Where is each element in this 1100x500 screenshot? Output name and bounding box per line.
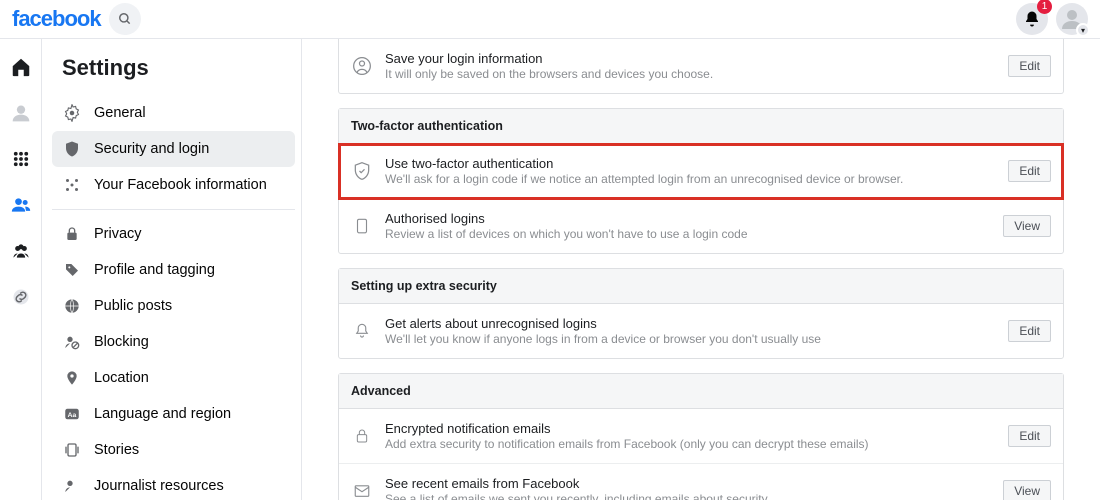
row-use-twofa: Use two-factor authentication We'll ask … xyxy=(339,144,1063,199)
panel-advanced: Advanced Encrypted notification emails A… xyxy=(338,373,1064,500)
row-desc: We'll let you know if anyone logs in fro… xyxy=(385,332,996,346)
row-desc: See a list of emails we sent you recentl… xyxy=(385,492,991,500)
edit-button[interactable]: Edit xyxy=(1008,160,1051,182)
shield-check-icon xyxy=(351,160,373,182)
search-icon xyxy=(118,12,132,26)
sidebar-item-general[interactable]: General xyxy=(52,95,295,131)
svg-text:Aa: Aa xyxy=(68,412,77,419)
panel-heading: Two-factor authentication xyxy=(339,109,1063,144)
sidebar-item-profile-tagging[interactable]: Profile and tagging xyxy=(52,252,295,288)
row-title: Get alerts about unrecognised logins xyxy=(385,316,996,331)
row-desc: It will only be saved on the browsers an… xyxy=(385,67,996,81)
edit-button[interactable]: Edit xyxy=(1008,55,1051,77)
main-content: Save your login information It will only… xyxy=(302,39,1100,500)
bell-icon xyxy=(1023,10,1041,28)
stories-icon xyxy=(62,440,82,460)
row-encrypted-emails: Encrypted notification emails Add extra … xyxy=(339,409,1063,464)
grid-icon xyxy=(12,150,30,168)
panel-extra-security: Setting up extra security Get alerts abo… xyxy=(338,268,1064,359)
row-save-login: Save your login information It will only… xyxy=(339,39,1063,93)
friends-icon xyxy=(11,195,31,215)
tag-icon xyxy=(62,260,82,280)
account-menu[interactable]: ▾ xyxy=(1056,3,1088,35)
facebook-logo[interactable]: facebook xyxy=(12,6,101,32)
sidebar-item-privacy[interactable]: Privacy xyxy=(52,216,295,252)
sidebar-item-fbinfo[interactable]: Your Facebook information xyxy=(52,167,295,203)
sidebar-item-public-posts[interactable]: Public posts xyxy=(52,288,295,324)
row-alerts: Get alerts about unrecognised logins We'… xyxy=(339,304,1063,358)
panel-heading: Setting up extra security xyxy=(339,269,1063,304)
info-icon xyxy=(62,175,82,195)
panel-heading: Advanced xyxy=(339,374,1063,409)
person-circle-icon xyxy=(351,55,373,77)
header: facebook 1 ▾ xyxy=(0,0,1100,39)
settings-title: Settings xyxy=(52,55,295,95)
edit-button[interactable]: Edit xyxy=(1008,320,1051,342)
sidebar-item-location[interactable]: Location xyxy=(52,360,295,396)
sidebar-item-label: Location xyxy=(94,370,149,386)
divider xyxy=(52,209,295,210)
sidebar-item-label: Privacy xyxy=(94,226,142,242)
link-icon xyxy=(12,288,30,306)
sidebar-item-label: General xyxy=(94,105,146,121)
device-icon xyxy=(351,215,373,237)
sidebar-item-label: Blocking xyxy=(94,334,149,350)
sidebar-item-blocking[interactable]: Blocking xyxy=(52,324,295,360)
header-left: facebook xyxy=(12,3,141,35)
sidebar-item-stories[interactable]: Stories xyxy=(52,432,295,468)
edit-button[interactable]: Edit xyxy=(1008,425,1051,447)
row-desc: Add extra security to notification email… xyxy=(385,437,996,451)
rail-grid[interactable] xyxy=(9,147,33,171)
row-recent-emails: See recent emails from Facebook See a li… xyxy=(339,464,1063,500)
home-icon xyxy=(10,56,32,78)
row-title: Use two-factor authentication xyxy=(385,156,996,171)
notification-badge: 1 xyxy=(1037,0,1052,14)
notifications-button[interactable]: 1 xyxy=(1016,3,1048,35)
rail-home[interactable] xyxy=(9,55,33,79)
settings-sidebar: Settings General Security and login Your… xyxy=(42,39,302,500)
gear-icon xyxy=(62,103,82,123)
sidebar-item-label: Security and login xyxy=(94,141,209,157)
rail-groups[interactable] xyxy=(9,239,33,263)
rail-profile[interactable] xyxy=(9,101,33,125)
left-rail xyxy=(0,39,42,500)
block-icon xyxy=(62,332,82,352)
row-title: Save your login information xyxy=(385,51,996,66)
view-button[interactable]: View xyxy=(1003,215,1051,237)
panel-login-info: Save your login information It will only… xyxy=(338,39,1064,94)
sidebar-item-label: Journalist resources xyxy=(94,478,224,494)
sidebar-item-label: Your Facebook information xyxy=(94,177,267,193)
location-icon xyxy=(62,368,82,388)
sidebar-item-journalist[interactable]: Journalist resources xyxy=(52,468,295,500)
row-title: Encrypted notification emails xyxy=(385,421,996,436)
sidebar-item-label: Language and region xyxy=(94,406,231,422)
sidebar-item-security[interactable]: Security and login xyxy=(52,131,295,167)
view-button[interactable]: View xyxy=(1003,480,1051,500)
row-desc: Review a list of devices on which you wo… xyxy=(385,227,991,241)
mail-icon xyxy=(351,480,373,500)
search-button[interactable] xyxy=(109,3,141,35)
rail-link[interactable] xyxy=(9,285,33,309)
row-desc: We'll ask for a login code if we notice … xyxy=(385,172,996,186)
lock-icon xyxy=(62,224,82,244)
rail-friends[interactable] xyxy=(9,193,33,217)
journalist-icon xyxy=(62,476,82,496)
lock-outline-icon xyxy=(351,425,373,447)
chevron-down-icon: ▾ xyxy=(1076,23,1090,37)
sidebar-item-language[interactable]: Aa Language and region xyxy=(52,396,295,432)
row-title: Authorised logins xyxy=(385,211,991,226)
shield-icon xyxy=(62,139,82,159)
panel-twofa: Two-factor authentication Use two-factor… xyxy=(338,108,1064,254)
sidebar-item-label: Profile and tagging xyxy=(94,262,215,278)
sidebar-item-label: Stories xyxy=(94,442,139,458)
globe-icon xyxy=(62,296,82,316)
groups-icon xyxy=(11,241,31,261)
sidebar-item-label: Public posts xyxy=(94,298,172,314)
bell-outline-icon xyxy=(351,320,373,342)
header-right: 1 ▾ xyxy=(1016,3,1088,35)
row-title: See recent emails from Facebook xyxy=(385,476,991,491)
language-icon: Aa xyxy=(62,404,82,424)
row-authorised-logins: Authorised logins Review a list of devic… xyxy=(339,199,1063,253)
avatar-icon xyxy=(11,103,31,123)
